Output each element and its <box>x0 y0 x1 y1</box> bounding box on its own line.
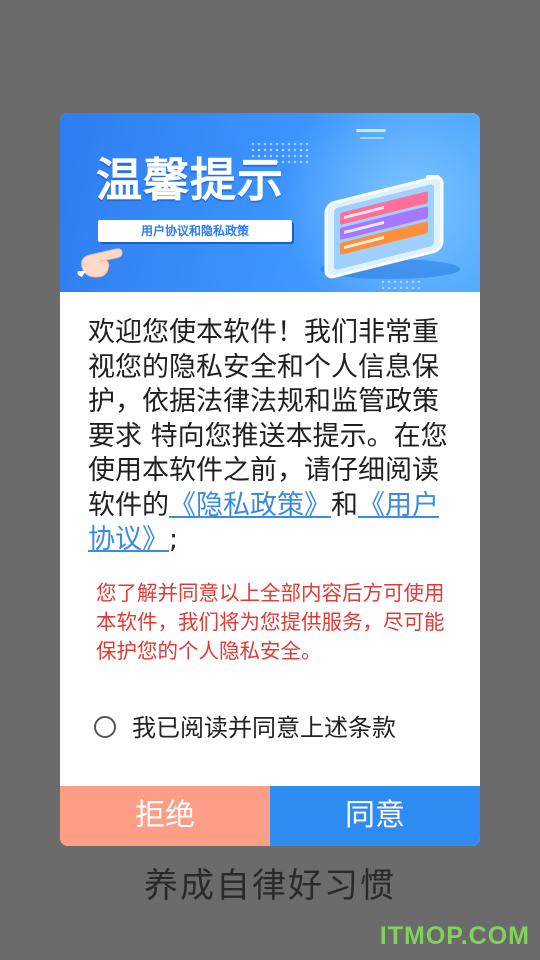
and-text: 和 <box>331 489 358 521</box>
privacy-policy-link[interactable]: 《隐私政策》 <box>169 490 331 521</box>
app-slogan: 养成自律好习惯 <box>144 866 396 906</box>
agree-checkbox-label: 我已阅读并同意上述条款 <box>132 714 396 742</box>
agree-radio[interactable] <box>94 716 116 738</box>
end-punctuation: ; <box>169 524 179 555</box>
banner-line-decoration <box>356 129 386 132</box>
pointing-hand-icon <box>77 248 123 278</box>
dialog-body-text: 欢迎您使本软件！我们非常重视您的隐私安全和个人信息保护，依据法律法规和监管政策要… <box>88 316 448 558</box>
dialog-banner: 温馨提示 用户协议和隐私政策 <box>60 113 480 292</box>
banner-subtitle: 用户协议和隐私政策 <box>98 220 292 242</box>
reject-button[interactable]: 拒绝 <box>60 786 270 846</box>
agree-checkbox-row[interactable]: 我已阅读并同意上述条款 <box>94 711 434 747</box>
banner-line-decoration-2 <box>360 137 384 139</box>
agree-button[interactable]: 同意 <box>270 786 480 846</box>
phone-illustration-icon <box>320 175 460 279</box>
notice-text: 您了解并同意以上全部内容后方可使用本软件，我们将为您提供服务，尽可能保护您的个人… <box>96 581 445 663</box>
banner-title: 温馨提示 <box>96 153 284 207</box>
privacy-dialog: 温馨提示 用户协议和隐私政策 欢迎您使本软件！我们非常重视您的隐私安全和个人信息… <box>60 113 480 846</box>
watermark: ITMOP.COM <box>379 922 530 950</box>
